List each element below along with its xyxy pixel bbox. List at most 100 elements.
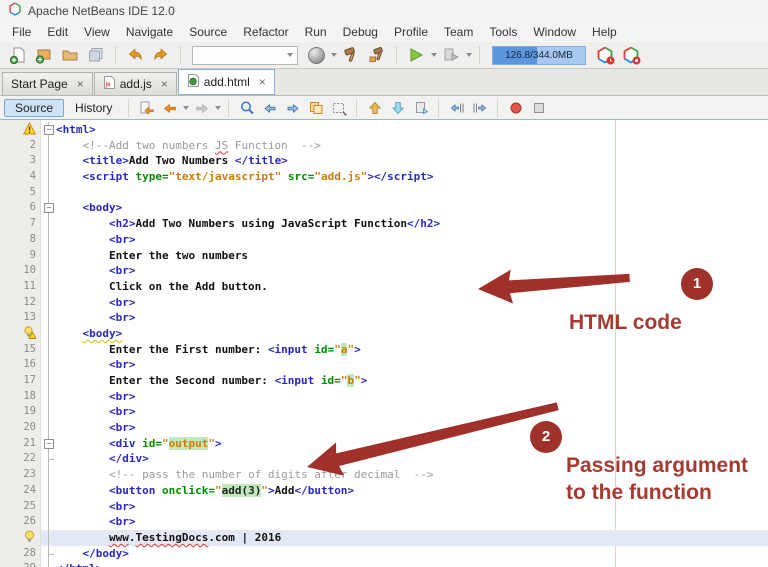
code-line[interactable]: 18 <br> xyxy=(0,388,768,405)
hint-bulb-warning-icon[interactable] xyxy=(23,326,37,340)
code-line[interactable]: 7 <h2>Add Two Numbers using JavaScript F… xyxy=(0,216,768,232)
browser-icon[interactable] xyxy=(304,44,328,66)
fold-margin[interactable] xyxy=(41,451,56,467)
code-line[interactable]: 2 <!--Add two numbers JS Function --> xyxy=(0,137,768,154)
debug-project-icon[interactable] xyxy=(439,44,463,66)
fold-margin[interactable] xyxy=(41,153,56,169)
memory-bar[interactable]: 126.8/344.0MB xyxy=(492,45,586,65)
find-icon[interactable] xyxy=(236,98,257,117)
fold-margin[interactable] xyxy=(41,169,56,185)
fold-margin[interactable] xyxy=(41,420,56,436)
fold-margin[interactable] xyxy=(41,341,56,358)
debug-dropdown-icon[interactable] xyxy=(466,53,472,57)
code-text[interactable]: <div id="output"> xyxy=(56,436,768,452)
fold-margin[interactable] xyxy=(41,388,56,405)
close-icon[interactable]: × xyxy=(77,77,84,91)
code-text[interactable]: <button onclick="add(3)">Add</button> xyxy=(56,483,768,499)
fold-margin[interactable] xyxy=(41,247,56,264)
gutter-cell[interactable]: 4 xyxy=(0,169,41,185)
fold-margin[interactable] xyxy=(41,278,56,295)
code-line[interactable]: 21 <div id="output"> xyxy=(0,435,768,452)
close-icon[interactable]: × xyxy=(259,75,266,89)
gutter-cell[interactable]: 17 xyxy=(0,373,41,389)
code-line[interactable]: <body> xyxy=(0,325,768,342)
menu-help[interactable]: Help xyxy=(584,23,625,41)
fold-margin[interactable] xyxy=(41,529,56,546)
code-text[interactable]: <br> xyxy=(56,232,768,248)
menu-file[interactable]: File xyxy=(4,23,39,41)
code-line[interactable]: 23 <!-- pass the number of digits after … xyxy=(0,467,768,483)
menu-refactor[interactable]: Refactor xyxy=(235,23,296,41)
code-text[interactable]: <br> xyxy=(56,389,768,405)
code-line[interactable]: 12 <br> xyxy=(0,294,768,311)
run-dropdown-icon[interactable] xyxy=(431,53,437,57)
hint-bulb-icon[interactable] xyxy=(23,530,36,544)
menu-edit[interactable]: Edit xyxy=(39,23,76,41)
fold-margin[interactable] xyxy=(41,200,56,216)
fold-margin[interactable] xyxy=(41,325,56,342)
menu-navigate[interactable]: Navigate xyxy=(118,23,181,41)
code-text[interactable]: <h2>Add Two Numbers using JavaScript Fun… xyxy=(56,216,768,232)
code-text[interactable]: <br> xyxy=(56,514,768,530)
gutter-cell[interactable]: 22 xyxy=(0,451,41,467)
gutter-cell[interactable]: 15 xyxy=(0,342,41,358)
code-line[interactable]: <html> xyxy=(0,121,768,138)
code-text[interactable]: <br> xyxy=(56,310,768,326)
stop-macro-icon[interactable] xyxy=(528,98,549,117)
code-line[interactable]: 24 <button onclick="add(3)">Add</button> xyxy=(0,482,768,499)
code-text[interactable]: <!-- pass the number of digits after dec… xyxy=(56,467,768,483)
code-text[interactable]: </div> xyxy=(56,451,768,467)
find-previous-icon[interactable] xyxy=(259,98,280,117)
code-text[interactable]: <body> xyxy=(56,200,768,216)
code-line[interactable]: 26 <br> xyxy=(0,514,768,530)
new-file-icon[interactable] xyxy=(6,44,30,66)
menu-run[interactable]: Run xyxy=(297,23,335,41)
menu-window[interactable]: Window xyxy=(525,23,584,41)
fold-margin[interactable] xyxy=(41,263,56,279)
fold-margin[interactable] xyxy=(41,373,56,389)
fold-margin[interactable] xyxy=(41,231,56,248)
undo-icon[interactable] xyxy=(123,44,147,66)
code-text[interactable]: <br> xyxy=(56,263,768,279)
code-line[interactable]: 19 <br> xyxy=(0,404,768,420)
code-text[interactable]: Enter the two numbers xyxy=(56,248,768,264)
find-next-icon[interactable] xyxy=(282,98,303,117)
gutter-cell[interactable]: 23 xyxy=(0,467,41,483)
code-line[interactable]: 11 Click on the Add button. xyxy=(0,278,768,295)
open-project-icon[interactable] xyxy=(58,44,82,66)
menu-source[interactable]: Source xyxy=(181,23,235,41)
next-bookmark-icon[interactable] xyxy=(387,98,408,117)
code-text[interactable]: Click on the Add button. xyxy=(56,279,768,295)
fold-margin[interactable] xyxy=(41,122,56,138)
forward-icon[interactable] xyxy=(191,98,212,117)
code-text[interactable]: <br> xyxy=(56,295,768,311)
code-text[interactable]: <!--Add two numbers JS Function --> xyxy=(56,138,768,154)
back-icon[interactable] xyxy=(159,98,180,117)
shift-left-icon[interactable] xyxy=(446,98,467,117)
gutter-cell[interactable]: 12 xyxy=(0,295,41,311)
new-project-icon[interactable] xyxy=(32,44,56,66)
gutter-cell[interactable]: 11 xyxy=(0,279,41,295)
menu-debug[interactable]: Debug xyxy=(335,23,386,41)
code-line[interactable]: 29 </html> xyxy=(0,561,768,567)
code-text[interactable]: <script type="text/javascript" src="add.… xyxy=(56,169,768,185)
code-line[interactable]: 6 <body> xyxy=(0,200,768,216)
menu-tools[interactable]: Tools xyxy=(481,23,525,41)
gutter-cell[interactable]: 28 xyxy=(0,546,41,562)
gutter-cell[interactable]: 3 xyxy=(0,153,41,169)
code-line[interactable]: 8 <br> xyxy=(0,231,768,248)
code-text[interactable]: <br> xyxy=(56,357,768,373)
fold-margin[interactable] xyxy=(41,514,56,530)
gutter-cell[interactable] xyxy=(0,121,41,138)
menu-view[interactable]: View xyxy=(76,23,118,41)
tab-add-js[interactable]: js add.js × xyxy=(93,72,177,95)
code-text[interactable]: <title>Add Two Numbers </title> xyxy=(56,153,768,169)
rectangular-selection-icon[interactable] xyxy=(328,98,349,117)
gutter-cell[interactable] xyxy=(0,326,41,342)
toggle-highlight-icon[interactable] xyxy=(305,98,326,117)
fold-margin[interactable] xyxy=(41,498,56,515)
gutter-cell[interactable]: 7 xyxy=(0,216,41,232)
gutter-cell[interactable]: 8 xyxy=(0,232,41,248)
gutter-cell[interactable]: 5 xyxy=(0,185,41,201)
gutter-cell[interactable]: 10 xyxy=(0,263,41,279)
